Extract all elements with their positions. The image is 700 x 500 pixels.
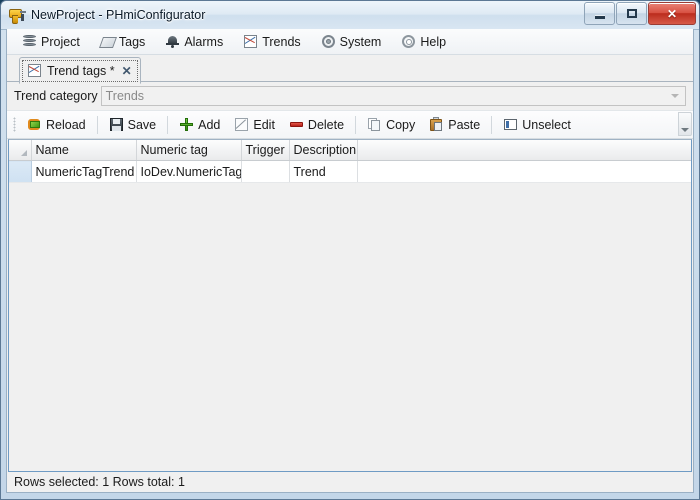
lifebuoy-icon: [401, 34, 416, 49]
menu-item-label: Project: [41, 34, 80, 49]
toolbar-button-label: Edit: [253, 117, 275, 132]
add-icon: [179, 117, 194, 132]
unselect-button[interactable]: Unselect: [497, 113, 577, 137]
trend-category-value: Trends: [105, 89, 145, 103]
row-selector-cell[interactable]: [9, 160, 32, 183]
cell-description[interactable]: Trend: [289, 160, 358, 183]
menu-item-label: System: [339, 34, 382, 49]
menu-item-label: Tags: [118, 34, 146, 49]
tab-label: Trend tags *: [47, 63, 115, 78]
database-icon: [22, 34, 37, 49]
status-bar: Rows selected: 1 Rows total: 1: [7, 472, 693, 492]
cell-filler: [357, 160, 691, 183]
minimize-icon: [594, 16, 605, 19]
trend-category-row: Trend category Trends: [7, 82, 693, 110]
bell-icon: [165, 34, 180, 49]
cell-trigger[interactable]: [241, 160, 290, 183]
close-button[interactable]: ✕: [648, 2, 696, 25]
toolbar-separator: [491, 115, 493, 134]
delete-button[interactable]: Delete: [283, 113, 350, 137]
title-bar[interactable]: NewProject - PHmiConfigurator ✕: [1, 1, 699, 28]
sort-indicator-icon: [20, 150, 27, 156]
trend-category-combobox[interactable]: Trends: [100, 86, 686, 106]
paste-button[interactable]: Paste: [423, 113, 486, 137]
window-title: NewProject - PHmiConfigurator: [31, 7, 206, 22]
window-controls: ✕: [583, 2, 696, 25]
minimize-button[interactable]: [584, 2, 615, 25]
unselect-icon: [503, 117, 518, 132]
grid-table: Name Numeric tag Trigger Description Num…: [9, 140, 691, 183]
toolbar-button-label: Delete: [307, 117, 345, 132]
column-header-name[interactable]: Name: [31, 140, 137, 161]
menu-item-system[interactable]: System: [312, 30, 391, 53]
menu-item-project[interactable]: Project: [13, 30, 89, 53]
client-area: Project Tags Alarms Trends System Help T…: [6, 29, 694, 493]
delete-icon: [289, 117, 304, 132]
menu-item-help[interactable]: Help: [392, 30, 455, 53]
tab-strip: Trend tags * ✕: [7, 55, 693, 84]
tag-icon: [98, 34, 117, 49]
toolbar-button-label: Unselect: [522, 117, 571, 132]
copy-icon: [367, 117, 382, 132]
menu-item-alarms[interactable]: Alarms: [156, 30, 232, 53]
menu-item-label: Alarms: [184, 34, 224, 49]
toolbar-grip[interactable]: [13, 117, 16, 132]
menu-item-trends[interactable]: Trends: [234, 30, 309, 53]
status-bar-text: Rows selected: 1 Rows total: 1: [14, 475, 185, 489]
menu-item-label: Trends: [262, 34, 301, 49]
tab-close-icon[interactable]: ✕: [122, 65, 132, 77]
menu-item-label: Help: [420, 34, 447, 49]
toolbar-overflow-button[interactable]: [678, 112, 692, 136]
reload-button[interactable]: Reload: [21, 113, 92, 137]
close-icon: ✕: [666, 6, 678, 21]
column-header-filler: [357, 140, 691, 161]
paste-icon: [429, 117, 444, 132]
trend-tags-grid: Name Numeric tag Trigger Description Num…: [8, 139, 692, 472]
toolbar-button-label: Reload: [46, 117, 86, 132]
chart-icon: [27, 63, 42, 78]
toolbar-separator: [96, 115, 98, 134]
toolbar-button-label: Save: [127, 117, 157, 132]
column-header-numeric-tag[interactable]: Numeric tag: [136, 140, 242, 161]
toolbar: Reload Save Add Edit Delete Copy Paste U…: [7, 110, 693, 139]
trend-category-label: Trend category: [14, 89, 98, 103]
chevron-down-icon[interactable]: [671, 94, 679, 98]
toolbar-button-label: Add: [198, 117, 221, 132]
add-button[interactable]: Add: [173, 113, 226, 137]
maximize-icon: [626, 9, 637, 18]
maximize-button[interactable]: [616, 2, 647, 25]
tab-trend-tags[interactable]: Trend tags * ✕: [19, 57, 141, 84]
column-header-trigger[interactable]: Trigger: [241, 140, 290, 161]
menu-item-tags[interactable]: Tags: [91, 30, 154, 53]
grid-empty-area[interactable]: [9, 183, 691, 471]
toolbar-separator: [167, 115, 169, 134]
toolbar-button-label: Paste: [448, 117, 481, 132]
edit-button[interactable]: Edit: [228, 113, 281, 137]
copy-button[interactable]: Copy: [361, 113, 421, 137]
gear-icon: [321, 34, 336, 49]
chevron-down-icon: [681, 128, 689, 132]
table-row[interactable]: NumericTagTrend IoDev.NumericTag Trend: [9, 160, 691, 183]
save-icon: [109, 117, 124, 132]
grid-corner-header[interactable]: [9, 140, 32, 161]
drill-icon: [8, 6, 26, 24]
application-window: NewProject - PHmiConfigurator ✕ Project …: [0, 0, 700, 500]
menu-bar: Project Tags Alarms Trends System Help: [7, 29, 693, 55]
toolbar-button-label: Copy: [386, 117, 416, 132]
toolbar-separator: [355, 115, 357, 134]
column-header-description[interactable]: Description: [289, 140, 358, 161]
cell-numeric-tag[interactable]: IoDev.NumericTag: [136, 160, 242, 183]
reload-icon: [27, 117, 42, 132]
grid-header-row: Name Numeric tag Trigger Description: [9, 140, 691, 161]
cell-name[interactable]: NumericTagTrend: [31, 160, 137, 183]
chart-icon: [243, 34, 258, 49]
edit-icon: [234, 117, 249, 132]
save-button[interactable]: Save: [103, 113, 163, 137]
